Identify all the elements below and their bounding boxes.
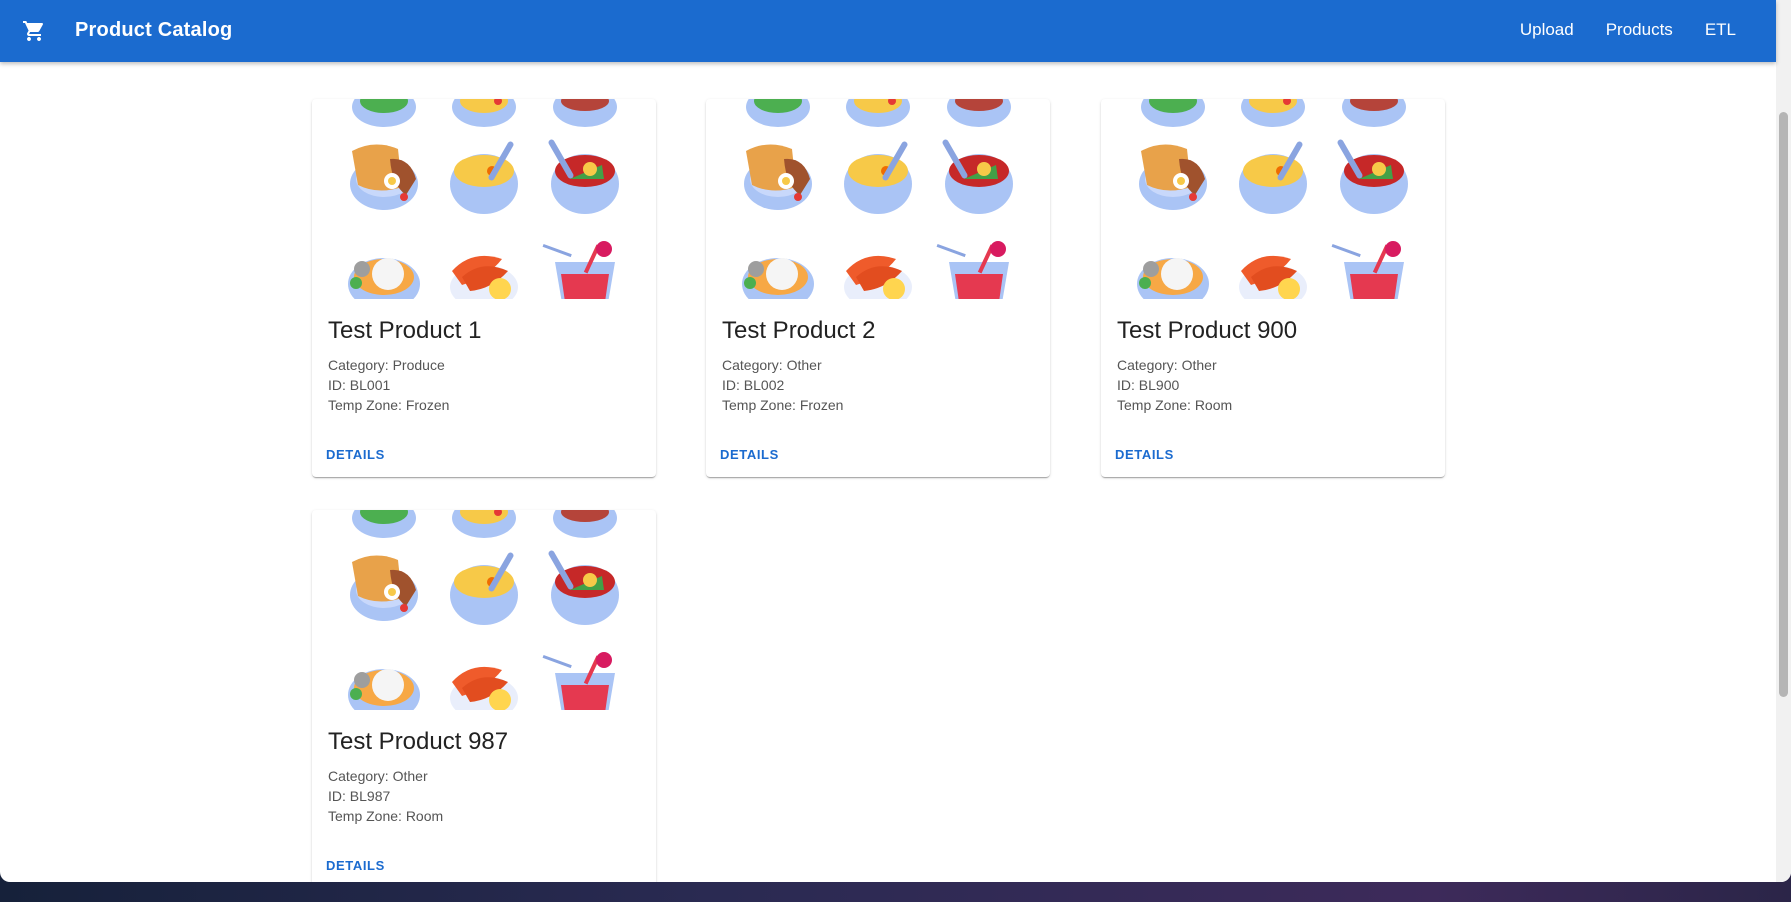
app-bar: Product Catalog Upload Products ETL: [0, 0, 1776, 62]
product-image: [312, 99, 656, 299]
product-category: Category: Other: [722, 357, 822, 373]
app-title: Product Catalog: [75, 19, 233, 41]
product-card: Test Product 2 Category: Other ID: BL002…: [706, 99, 1050, 477]
product-card: Test Product 1 Category: Produce ID: BL0…: [312, 99, 656, 477]
details-button[interactable]: DETAILS: [326, 858, 385, 873]
nav-etl[interactable]: ETL: [1705, 20, 1736, 40]
product-card: Test Product 900 Category: Other ID: BL9…: [1101, 99, 1445, 477]
product-title: Test Product 2: [722, 317, 876, 344]
details-button[interactable]: DETAILS: [326, 447, 385, 462]
details-button[interactable]: DETAILS: [1115, 447, 1174, 462]
product-image: [1101, 99, 1445, 299]
product-temp-zone: Temp Zone: Room: [1117, 397, 1233, 413]
product-title: Test Product 1: [328, 317, 482, 344]
product-category: Category: Other: [1117, 357, 1217, 373]
product-id: ID: BL002: [722, 377, 785, 393]
product-temp-zone: Temp Zone: Frozen: [328, 397, 450, 413]
product-grid: Test Product 1 Category: Produce ID: BL0…: [0, 0, 1776, 882]
product-category: Category: Produce: [328, 357, 445, 373]
app-window: Product Catalog Upload Products ETL Test…: [0, 0, 1791, 882]
product-category: Category: Other: [328, 768, 428, 784]
product-title: Test Product 900: [1117, 317, 1298, 344]
product-id: ID: BL001: [328, 377, 391, 393]
product-card: Test Product 987 Category: Other ID: BL9…: [312, 510, 656, 882]
product-id: ID: BL987: [328, 788, 391, 804]
scrollbar-thumb[interactable]: [1779, 112, 1788, 697]
nav-products[interactable]: Products: [1606, 20, 1673, 40]
details-button[interactable]: DETAILS: [720, 447, 779, 462]
product-id: ID: BL900: [1117, 377, 1180, 393]
product-temp-zone: Temp Zone: Frozen: [722, 397, 844, 413]
top-nav: Upload Products ETL: [1520, 20, 1736, 40]
product-temp-zone: Temp Zone: Room: [328, 808, 444, 824]
product-image: [312, 510, 656, 710]
product-title: Test Product 987: [328, 728, 509, 755]
product-image: [706, 99, 1050, 299]
nav-upload[interactable]: Upload: [1520, 20, 1574, 40]
shopping-cart-icon[interactable]: [22, 19, 46, 43]
